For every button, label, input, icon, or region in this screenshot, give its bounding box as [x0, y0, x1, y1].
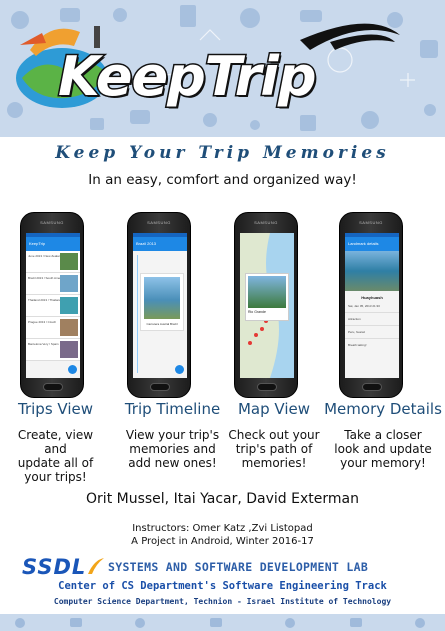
place-label: Rio Grande	[248, 310, 266, 314]
memory-type: Attraction	[345, 313, 399, 326]
app-title: Brazil 2013	[133, 237, 187, 251]
lab-track: Center of CS Department's Software Engin…	[58, 580, 387, 592]
feature-description: Check out your trip's path of memories!	[228, 428, 320, 470]
phone-trips-view: SAMSUNG KeepTrip June 2013 / New Zealand…	[20, 212, 84, 398]
list-item[interactable]: Prague 2013 / Czech	[26, 317, 80, 339]
memory-hero-photo	[345, 251, 399, 291]
home-button	[43, 383, 63, 391]
list-item[interactable]: Thailand 2013 / Thailand	[26, 295, 80, 317]
home-button	[362, 383, 382, 391]
logo-title: KeepTrip	[57, 44, 318, 110]
home-button	[257, 383, 277, 391]
memory-location: Peru, huaraz	[345, 326, 399, 339]
memory-popup[interactable]: Rio Grande	[245, 273, 289, 321]
app-title: Landmark details	[345, 237, 399, 251]
trips-screen: KeepTrip June 2013 / New Zealand Brazil …	[26, 233, 80, 378]
phone-map-view: SAMSUNG Rio Grande	[234, 212, 298, 398]
list-item[interactable]: Brazil 2013 / South America	[26, 273, 80, 295]
memory-note: Breath taking!	[348, 343, 367, 347]
details-screen: Landmark details Huayhuash Sat, Jan 05, …	[345, 233, 399, 378]
authors: Orit Mussel, Itai Yacar, David Exterman	[86, 491, 359, 507]
memory-card[interactable]: Carretera Austral Brazil	[140, 273, 184, 331]
trip-thumbnail	[60, 275, 78, 292]
feature-description: Create, view and update all of your trips!	[17, 428, 94, 484]
trip-thumbnail	[60, 297, 78, 314]
phone-brand: SAMSUNG	[147, 220, 171, 225]
phone-brand: SAMSUNG	[40, 220, 64, 225]
header-banner: KeepTrip	[0, 0, 445, 137]
add-memory-button[interactable]	[175, 365, 184, 374]
feature-description: View your trip's memories and add new ones…	[125, 428, 220, 470]
app-title: KeepTrip	[26, 237, 80, 251]
keeptrip-logo: KeepTrip	[0, 0, 445, 137]
timeline-line	[137, 255, 138, 373]
phone-trip-timeline: SAMSUNG Brazil 2013 Carretera Austral Br…	[127, 212, 191, 398]
tagline: Keep Your Trip Memories	[55, 143, 390, 163]
phone-brand: SAMSUNG	[359, 220, 383, 225]
feature-title: Trips View	[18, 400, 93, 418]
project-info: A Project in Android, Winter 2016-17	[131, 536, 314, 547]
trip-thumbnail	[60, 319, 78, 336]
list-item[interactable]: Barcelona Very / Spain	[26, 339, 80, 361]
feature-title: Trip Timeline	[124, 400, 221, 418]
ssdl-logo: SSDL	[22, 555, 87, 579]
memory-title: Carretera Austral Brazil	[146, 322, 178, 326]
feature-description: Take a closer look and update your memory!	[334, 428, 432, 470]
lab-name: SYSTEMS AND SOFTWARE DEVELOPMENT LAB	[108, 560, 369, 574]
trip-thumbnail	[60, 341, 78, 358]
phone-memory-details: SAMSUNG Landmark details Huayhuash Sat, …	[339, 212, 403, 398]
feature-title: Map View	[237, 400, 311, 418]
memory-date: Sat, Jan 05, 2013 21:30	[345, 300, 399, 313]
timeline-screen: Brazil 2013 Carretera Austral Brazil	[133, 233, 187, 378]
instructors: Instructors: Omer Katz ,Zvi Listopad	[132, 523, 313, 534]
map-screen: Rio Grande	[240, 233, 294, 378]
popup-photo	[248, 276, 286, 308]
ssdl-swoosh-icon	[88, 558, 104, 574]
add-trip-button[interactable]	[68, 365, 77, 374]
memory-photo	[144, 277, 180, 319]
lab-institute: Computer Science Department, Technion - …	[53, 597, 392, 606]
subtagline: In an easy, comfort and organized way!	[88, 172, 357, 188]
feature-title: Memory Details	[324, 400, 442, 418]
footer-pattern	[0, 614, 445, 631]
trip-thumbnail	[60, 253, 78, 270]
home-button	[150, 383, 170, 391]
memory-name: Huayhuash	[361, 295, 383, 300]
list-item[interactable]: June 2013 / New Zealand	[26, 251, 80, 273]
phone-brand: SAMSUNG	[254, 220, 278, 225]
